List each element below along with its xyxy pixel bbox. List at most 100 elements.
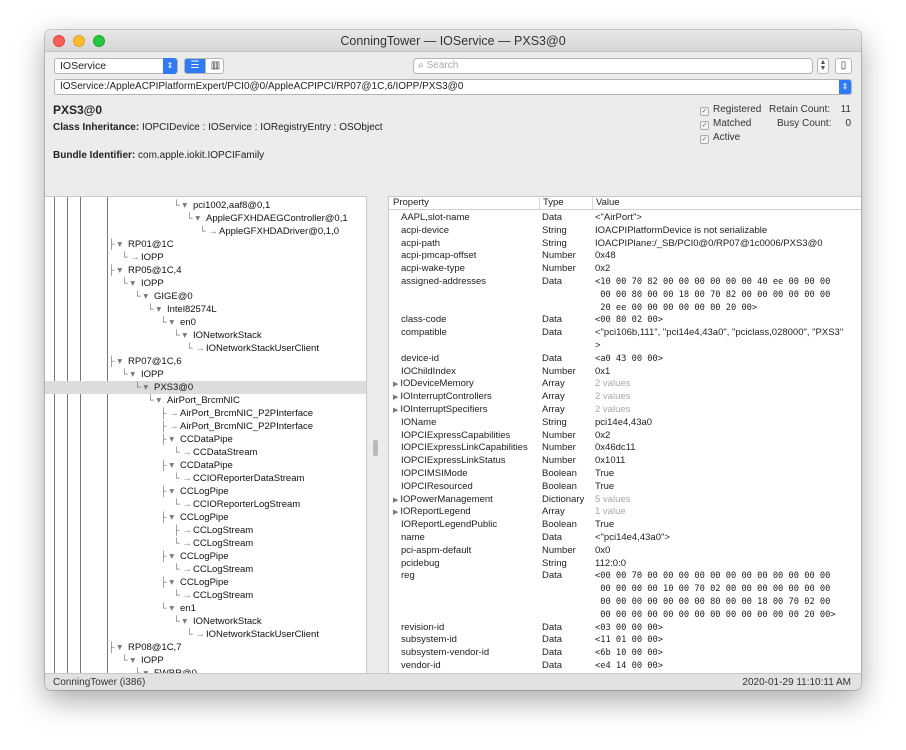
property-row[interactable]: revision-id Data <03 00 00 00> [389,622,861,635]
property-row[interactable]: ▶ IOReportLegend Array 1 value [389,506,861,519]
disclosure-triangle-icon[interactable]: ▶ [393,394,398,401]
property-row[interactable]: acpi-device String IOACPIPlatformDevice is… [389,225,861,238]
tree-node[interactable]: └ → IOPP [45,251,366,264]
tree-node[interactable]: └ ▾ IOPP [45,654,366,667]
inspector-toggle-icon[interactable]: ▯ [835,58,852,74]
tree-node-label: CCIOReporterLogStream [193,499,301,510]
property-row[interactable]: pcidebug String 112:0:0 [389,558,861,571]
tree-node[interactable]: ├ ▾ CCDataPipe [45,459,366,472]
registry-tree[interactable]: └ ▾ pci1002,aaf8@0,1 └ ▾ AppleGFXHDAEGContr… [45,196,367,673]
property-row[interactable]: vendor-id Data <e4 14 00 00> [389,660,861,673]
tree-node[interactable]: ├ ▾ RP07@1C,6 [45,355,366,368]
tree-node[interactable]: └ ▾ IONetworkStack [45,329,366,342]
header-type[interactable]: Type [539,197,564,209]
property-row[interactable]: IOPCIExpressLinkStatus Number 0x1011 [389,455,861,468]
tree-node[interactable]: ├ ▾ CCDataPipe [45,433,366,446]
disclosure-triangle-icon[interactable]: ▶ [393,497,398,504]
property-row[interactable]: AAPL,slot-name Data <"AirPort"> [389,212,861,225]
property-row[interactable]: IOPCIMSIMode Boolean True [389,468,861,481]
property-row[interactable]: name Data <"pci14e4,43a0"> [389,532,861,545]
tree-node[interactable]: └ → CCIOReporterLogStream [45,498,366,511]
property-row[interactable]: assigned-addresses Data <10 00 70 82 00 00… [389,276,861,314]
tree-node[interactable]: ├ ▾ RP01@1C [45,238,366,251]
property-key: acpi-wake-type [401,263,465,275]
list-view-icon[interactable]: ☰ [185,59,205,73]
tree-node[interactable]: └ ▾ AppleGFXHDAEGController@0,1 [45,212,366,225]
property-key-cell: ▶ IOReportLegend [393,506,471,520]
search-stepper[interactable]: ▲ ▼ [817,58,829,74]
tree-node[interactable]: ├ ▾ RP05@1C,4 [45,264,366,277]
tree-node[interactable]: └ ▾ IOPP [45,368,366,381]
tree-node[interactable]: └ ▾ Intel82574L [45,303,366,316]
property-type: Dictionary [542,493,585,505]
header-value[interactable]: Value [592,197,620,209]
tree-node[interactable]: └ ▾ PXS3@0 [45,381,366,394]
path-combo[interactable]: IOService:/AppleACPIPlatformExpert/PCI0@… [54,79,852,95]
property-row[interactable]: IOName String pci14e4,43a0 [389,417,861,430]
tree-node[interactable]: ├ → AirPort_BrcmNIC_P2PInterface [45,407,366,420]
tree-node[interactable]: ├ ▾ CCLogPipe [45,576,366,589]
search-icon: ⌕ [418,60,424,71]
property-row[interactable]: IOPCIExpressCapabilities Number 0x2 [389,430,861,443]
tree-node[interactable]: ├ ▾ CCLogPipe [45,511,366,524]
disclosure-triangle-icon[interactable]: ▶ [393,509,398,516]
search-input[interactable]: ⌕ Search [413,58,813,74]
tree-node[interactable]: └ → CCDataStream [45,446,366,459]
disclosure-triangle-icon[interactable]: ▶ [393,381,398,388]
tree-node[interactable]: ├ → CCLogStream [45,524,366,537]
property-row[interactable]: ▶ IOPowerManagement Dictionary 5 values [389,494,861,507]
tree-node[interactable]: └ → AppleGFXHDADriver@0,1,0 [45,225,366,238]
property-value: <10 00 70 82 00 00 00 00 00 00 40 ee 00 … [595,277,831,313]
property-type: Data [542,570,563,582]
property-row[interactable]: pci-aspm-default Number 0x0 [389,545,861,558]
tree-node[interactable]: └ → CCLogStream [45,589,366,602]
tree-node[interactable]: ├ → AirPort_BrcmNIC_P2PInterface [45,420,366,433]
property-row[interactable]: ▶ IOInterruptControllers Array 2 values [389,391,861,404]
property-row[interactable]: IOPCIExpressLinkCapabilities Number 0x46dc… [389,442,861,455]
property-row[interactable]: acpi-path String IOACPIPlane:/_SB/PCI0@0/R… [389,238,861,251]
plane-select[interactable]: IOService ⇕ [54,58,178,74]
property-value: <a0 43 00 00> [595,353,663,364]
header-property[interactable]: Property [393,197,429,209]
tree-node[interactable]: └ ▾ IOPP [45,277,366,290]
property-row[interactable]: compatible Data <"pci106b,111", "pci14e4,4… [389,327,861,353]
property-row[interactable]: IOPCIResourced Boolean True [389,481,861,494]
tree-node[interactable]: └ ▾ en0 [45,316,366,329]
tree-node[interactable]: └ ▾ IONetworkStack [45,615,366,628]
tree-node[interactable]: └ ▾ en1 [45,602,366,615]
property-row[interactable]: ▶ IODeviceMemory Array 2 values [389,378,861,391]
tree-connector-icon: └ ▾ [160,603,175,614]
tree-node[interactable]: └ → CCLogStream [45,563,366,576]
tree-node[interactable]: ├ ▾ CCLogPipe [45,485,366,498]
pane-splitter[interactable] [368,196,388,673]
tree-node[interactable]: └ ▾ GIGE@0 [45,290,366,303]
tree-node[interactable]: └ → IONetworkStackUserClient [45,342,366,355]
property-row[interactable]: reg Data <00 00 70 00 00 00 00 00 00 00 00… [389,570,861,621]
property-row[interactable]: ▶ IOInterruptSpecifiers Array 2 values [389,404,861,417]
property-row[interactable]: acpi-wake-type Number 0x2 [389,263,861,276]
property-row[interactable]: class-code Data <00 80 02 00> [389,314,861,327]
tree-node[interactable]: └ → CCIOReporterDataStream [45,472,366,485]
property-row[interactable]: subsystem-vendor-id Data <6b 10 00 00> [389,647,861,660]
tree-node[interactable]: └ ▾ pci1002,aaf8@0,1 [45,199,366,212]
chevron-updown-icon[interactable]: ⇕ [839,80,851,94]
tree-connector-icon: └ ▾ [121,655,136,666]
disclosure-triangle-icon[interactable]: ▶ [393,407,398,414]
column-view-icon[interactable]: ▥ [205,59,223,73]
property-row[interactable]: acpi-pmcap-offset Number 0x48 [389,250,861,263]
tree-node[interactable]: └ → CCLogStream [45,537,366,550]
property-row[interactable]: device-id Data <a0 43 00 00> [389,353,861,366]
property-row[interactable]: IOReportLegendPublic Boolean True [389,519,861,532]
property-row[interactable]: IOChildIndex Number 0x1 [389,366,861,379]
property-row[interactable]: subsystem-id Data <11 01 00 00> [389,634,861,647]
property-value: True [595,480,615,492]
tree-node[interactable]: └ → IONetworkStackUserClient [45,628,366,641]
splitter-grip-icon[interactable] [373,440,378,456]
property-key-cell: pcidebug [401,558,440,571]
tree-node[interactable]: └ ▾ AirPort_BrcmNIC [45,394,366,407]
tree-node[interactable]: ├ ▾ CCLogPipe [45,550,366,563]
tree-node-label: AppleGFXHDAEGController@0,1 [206,213,348,224]
tree-node[interactable]: ├ ▾ RP08@1C,7 [45,641,366,654]
properties-table[interactable]: Property Type Value AAPL,slot-name Data <"… [388,196,861,673]
tree-node-label: AppleGFXHDADriver@0,1,0 [219,226,339,237]
